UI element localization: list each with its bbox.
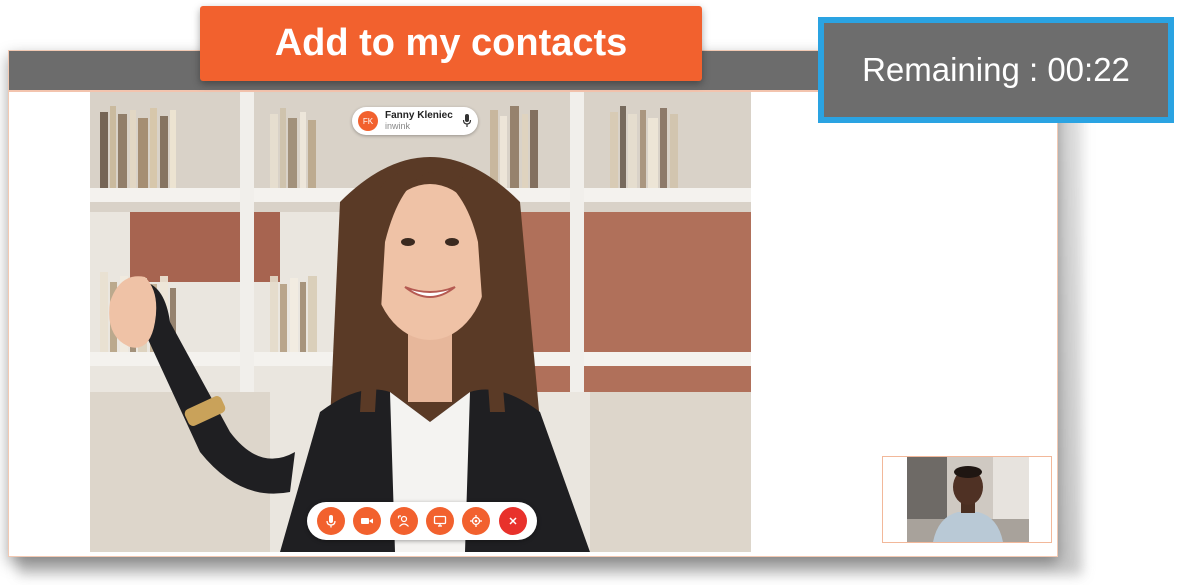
self-video-frame — [883, 457, 1051, 542]
remote-video-frame — [90, 92, 751, 552]
remote-video — [90, 92, 751, 552]
add-to-contacts-button[interactable]: Add to my contacts — [200, 6, 702, 81]
gear-icon — [470, 515, 483, 527]
mic-icon — [326, 515, 336, 528]
close-icon — [509, 517, 517, 525]
participant-avatar: FK — [358, 111, 378, 131]
virtual-background-button[interactable] — [389, 507, 418, 535]
self-video-preview[interactable] — [882, 456, 1052, 543]
camera-button[interactable] — [353, 507, 382, 535]
participant-name-tag: FK Fanny Kleniec inwink — [352, 107, 478, 135]
video-camera-icon — [361, 518, 374, 524]
participant-name: Fanny Kleniec — [385, 110, 453, 121]
end-call-button[interactable] — [498, 507, 527, 535]
participant-info: Fanny Kleniec inwink — [385, 110, 453, 132]
remaining-time-panel: Remaining : 00:22 — [818, 17, 1174, 123]
settings-button[interactable] — [462, 507, 491, 535]
call-controls-bar — [307, 502, 537, 540]
monitor-icon — [433, 515, 447, 527]
microphone-button[interactable] — [317, 507, 346, 535]
screen-share-button[interactable] — [426, 507, 455, 535]
participant-company: inwink — [385, 121, 411, 131]
participant-mic-icon — [462, 114, 472, 127]
remaining-time-text: Remaining : 00:22 — [824, 23, 1168, 117]
background-effect-icon — [397, 515, 409, 527]
